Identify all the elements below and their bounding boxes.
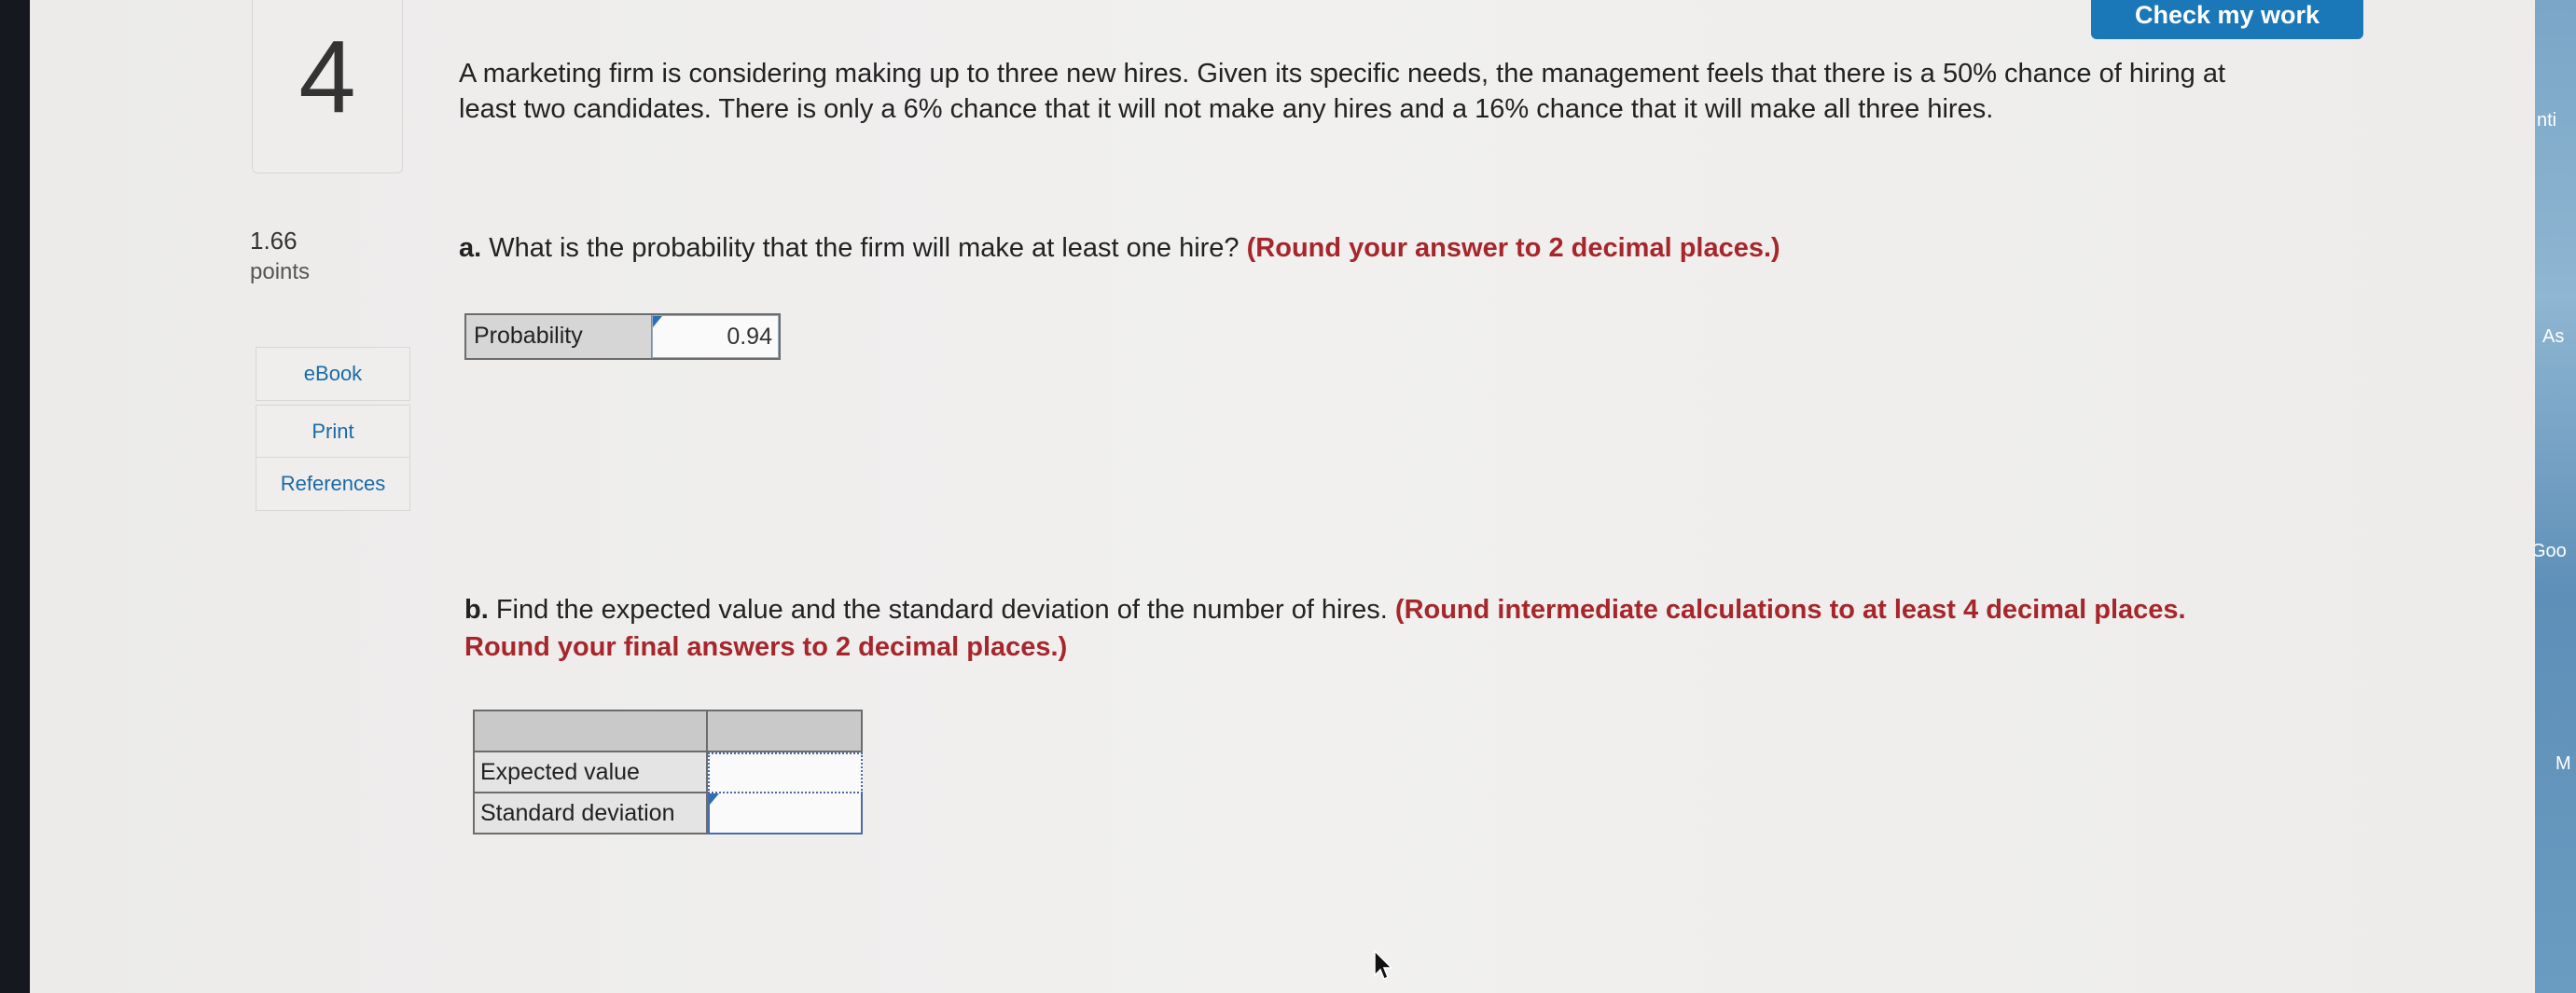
part-a-question: a. What is the probability that the firm… (459, 229, 2324, 267)
background-tab-text: As (2542, 326, 2565, 347)
question-page: Check my work 4 A marketing firm is cons… (30, 0, 2535, 993)
references-button[interactable]: References (256, 457, 410, 511)
question-number: 4 (298, 20, 356, 134)
ebook-button[interactable]: eBook (256, 347, 410, 401)
screen-edge (0, 0, 30, 993)
question-intro: A marketing firm is considering making u… (459, 59, 2226, 124)
expected-value-input[interactable] (708, 752, 863, 793)
header-cell-value (708, 711, 861, 751)
probability-answer-table: Probability 0.94 (464, 313, 781, 360)
background-tab-text: nti (2537, 110, 2557, 131)
input-flag-icon (710, 793, 719, 805)
table-row: Standard deviation (473, 793, 863, 834)
mouse-cursor-icon (1374, 949, 1393, 981)
probability-value: 0.94 (727, 324, 772, 350)
points-label: points (250, 259, 311, 284)
background-tab-text: Goo (2535, 541, 2567, 561)
question-number-box: 4 (252, 0, 403, 173)
probability-label: Probability (466, 315, 652, 358)
table-row: Expected value (473, 752, 863, 793)
standard-deviation-input[interactable] (708, 793, 863, 834)
table-header (473, 710, 863, 752)
part-b-text: Find the expected value and the standard… (488, 595, 1395, 625)
points-value: 1.66 (250, 227, 298, 255)
print-button[interactable]: Print (256, 405, 410, 459)
header-cell-label (475, 711, 708, 751)
expected-value-label: Expected value (473, 752, 708, 793)
part-b-label: b. (464, 595, 489, 625)
part-a-label: a. (459, 233, 482, 263)
part-a-text: What is the probability that the firm wi… (481, 233, 1247, 263)
part-b-question: b. Find the expected value and the stand… (464, 591, 2274, 666)
part-a-instruction: (Round your answer to 2 decimal places.) (1246, 233, 1780, 263)
background-tab-text: M (2555, 753, 2571, 774)
check-my-work-button[interactable]: Check my work (2091, 0, 2363, 39)
standard-deviation-label: Standard deviation (473, 793, 708, 834)
probability-input[interactable]: 0.94 (652, 315, 779, 358)
part-b-answer-table: Expected value Standard deviation (473, 710, 863, 834)
input-flag-icon (653, 316, 662, 327)
background-window-strip: nti As Goo M (2535, 0, 2576, 993)
